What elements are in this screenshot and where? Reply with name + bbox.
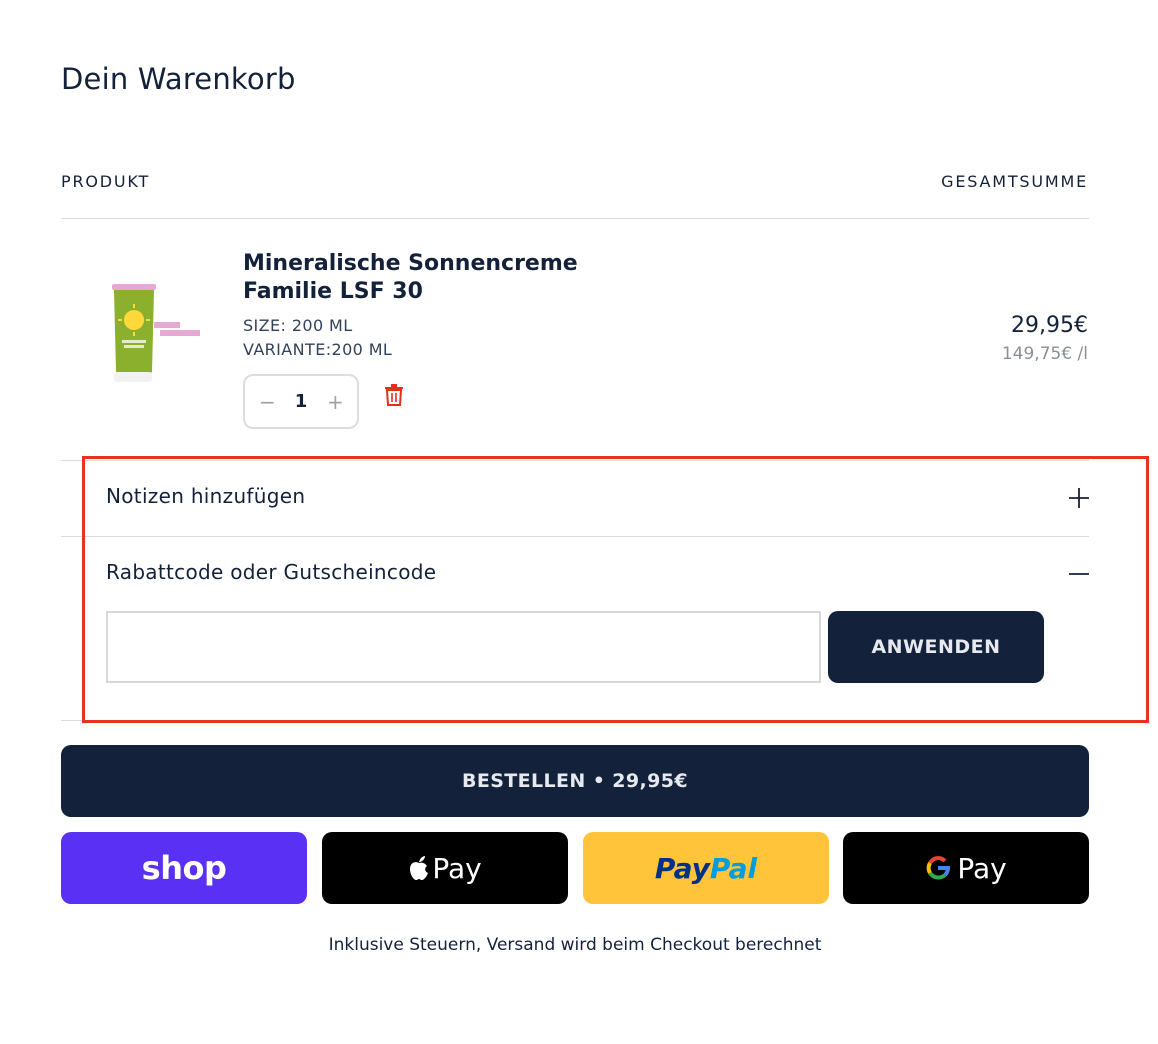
apple-pay-button[interactable]: Pay xyxy=(322,832,568,904)
apple-icon xyxy=(410,856,429,880)
checkout-button[interactable]: BESTELLEN • 29,95€ xyxy=(61,745,1089,817)
decrease-quantity-button[interactable]: − xyxy=(259,390,276,414)
divider xyxy=(61,536,1089,537)
paypal-logo-part1: Pay xyxy=(654,851,710,885)
quantity-value[interactable]: 1 xyxy=(295,391,308,412)
tax-shipping-note: Inklusive Steuern, Versand wird beim Che… xyxy=(328,935,822,955)
notes-accordion-label[interactable]: Notizen hinzufügen xyxy=(106,484,305,508)
apple-pay-text: Pay xyxy=(432,851,482,885)
product-size: SIZE: 200 ML xyxy=(243,316,353,335)
google-pay-logo: Pay xyxy=(925,851,1007,885)
increase-quantity-button[interactable]: + xyxy=(327,390,344,414)
divider xyxy=(61,460,1089,461)
paypal-logo-part2: Pal xyxy=(709,851,758,885)
quantity-stepper[interactable]: − 1 + xyxy=(243,374,359,429)
divider xyxy=(61,218,1089,219)
plus-icon[interactable] xyxy=(1068,487,1090,509)
paypal-button[interactable]: PayPal xyxy=(583,832,829,904)
column-header-total: GESAMTSUMME xyxy=(941,172,1088,191)
trash-icon[interactable] xyxy=(384,384,404,406)
paypal-logo: PayPal xyxy=(655,852,757,885)
google-pay-button[interactable]: Pay xyxy=(843,832,1089,904)
discount-accordion-label[interactable]: Rabattcode oder Gutscheincode xyxy=(106,560,436,584)
product-variant: VARIANTE:200 ML xyxy=(243,340,393,359)
divider xyxy=(61,720,1089,721)
product-name[interactable]: Mineralische Sonnencreme Familie LSF 30 xyxy=(243,250,663,306)
google-icon xyxy=(926,856,951,880)
apple-pay-logo: Pay xyxy=(408,851,482,885)
shop-pay-logo: shop xyxy=(141,849,227,887)
discount-code-input[interactable] xyxy=(106,611,821,683)
product-image[interactable] xyxy=(102,284,207,389)
column-header-product: PRODUKT xyxy=(61,172,151,191)
shop-pay-button[interactable]: shop xyxy=(61,832,307,904)
google-pay-text: Pay xyxy=(957,851,1007,885)
line-item-price: 29,95€ xyxy=(1011,313,1088,338)
page-title: Dein Warenkorb xyxy=(61,62,296,96)
minus-icon[interactable] xyxy=(1068,563,1090,585)
unit-price: 149,75€ /l xyxy=(1001,344,1088,364)
apply-discount-button[interactable]: ANWENDEN xyxy=(828,611,1044,683)
